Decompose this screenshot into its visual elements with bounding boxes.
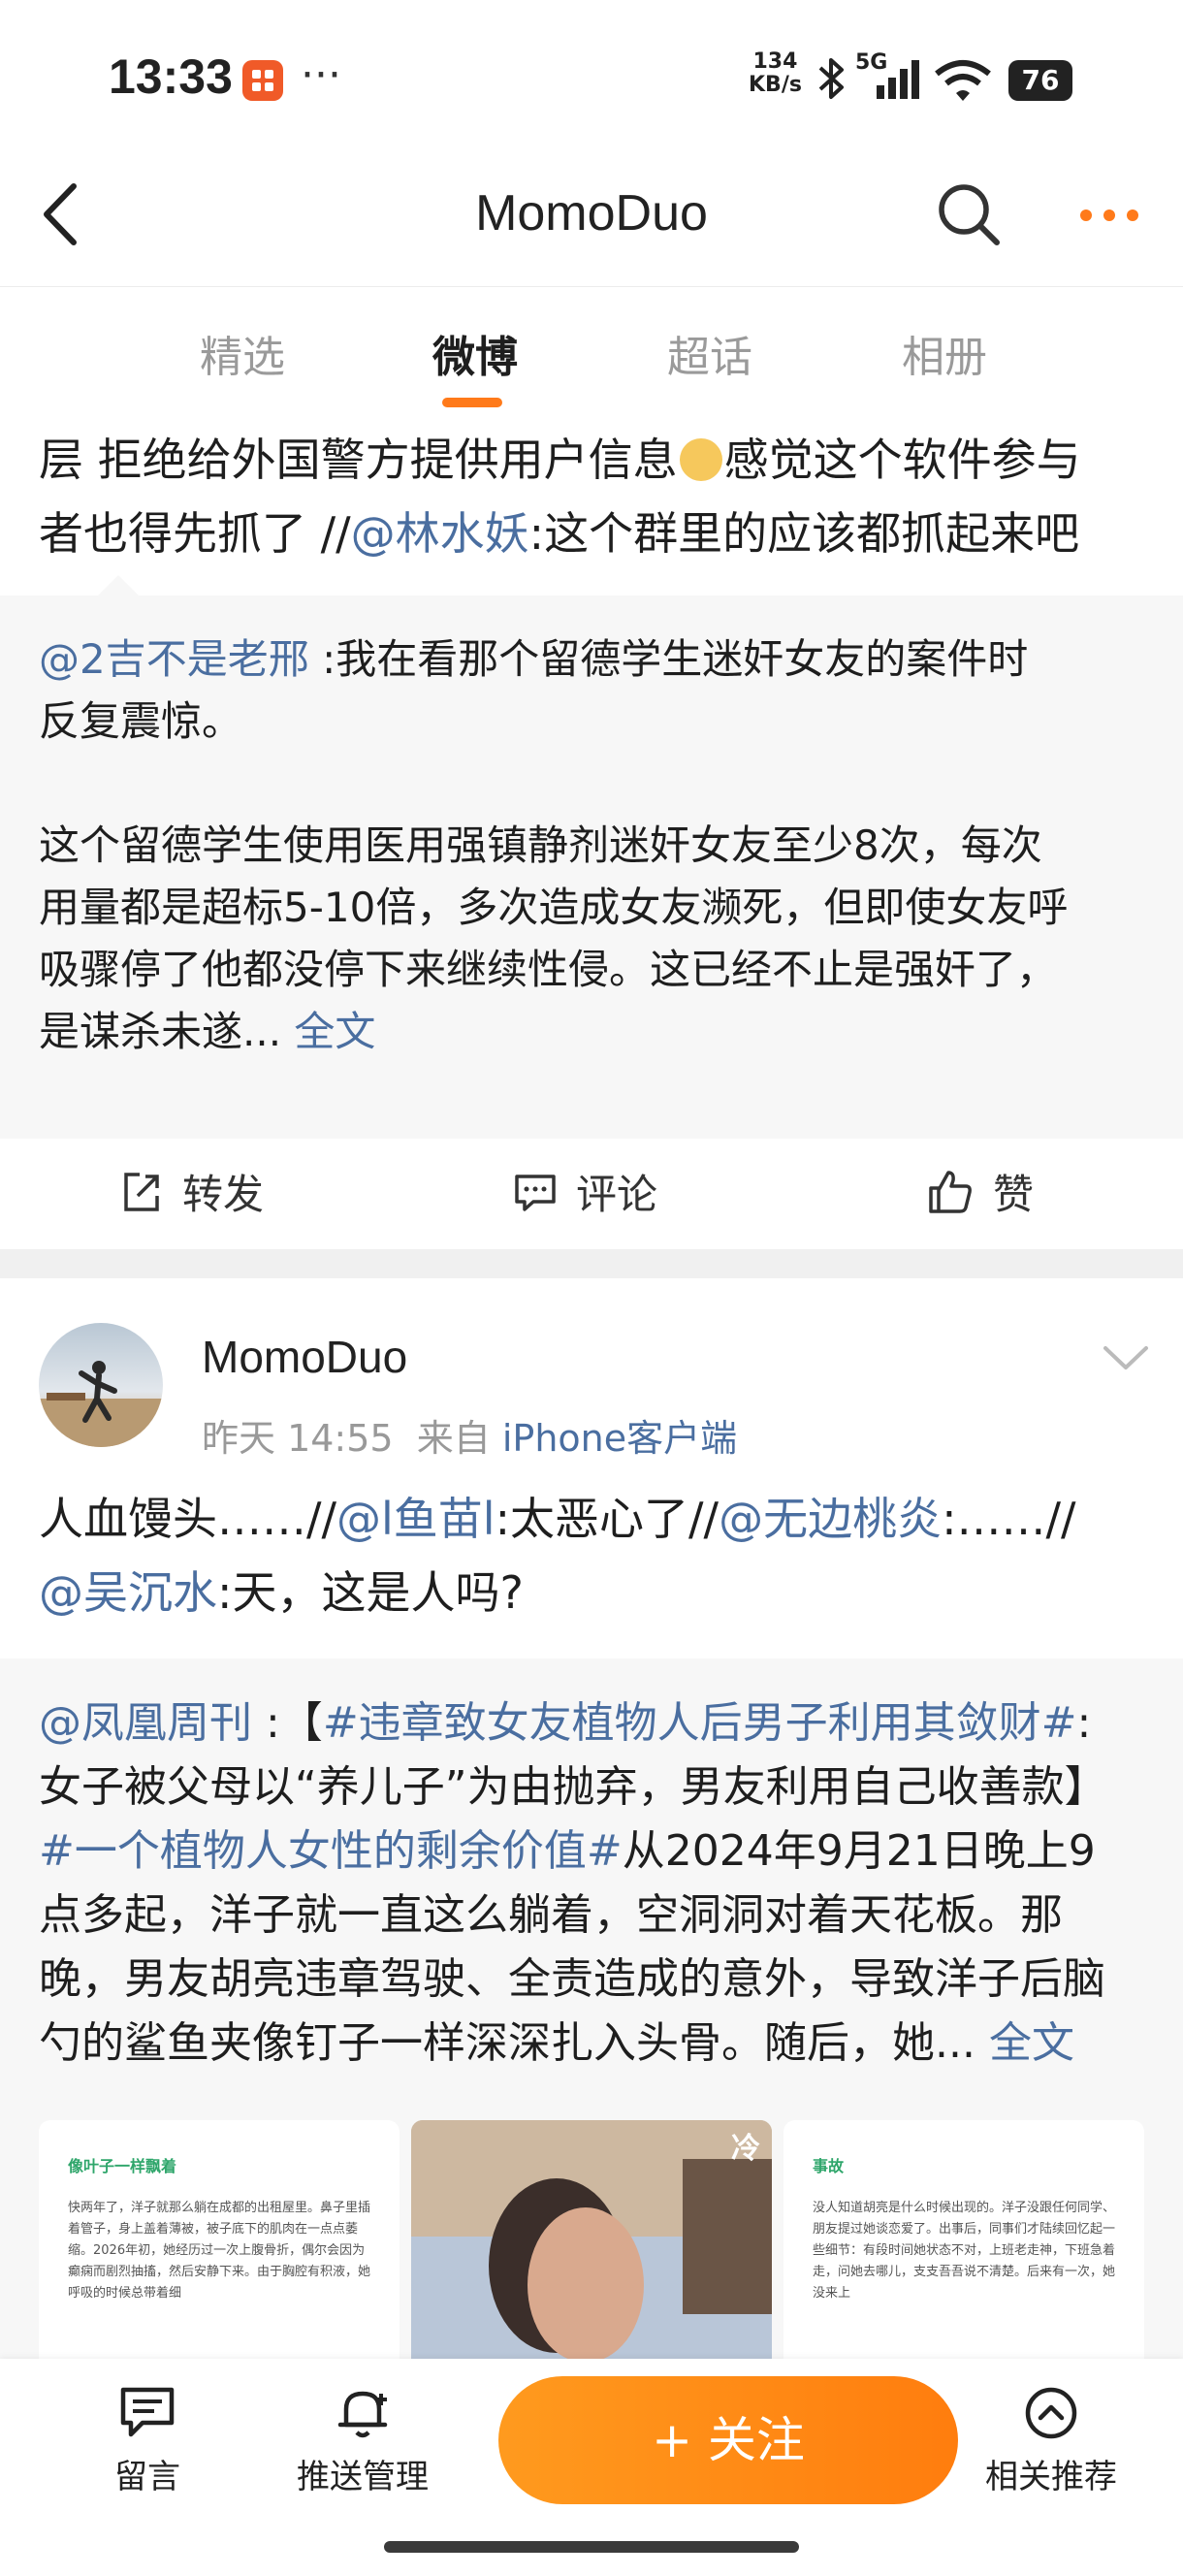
quote-line4: 用量都是超标5-10倍，多次造成女友濒死，但即使女友呼 <box>39 884 1069 931</box>
quote-colon: : <box>1076 1698 1092 1748</box>
comment-button[interactable]: 评论 <box>512 1162 657 1221</box>
quote-line3: 从2024年9月21日晚上9 <box>622 1826 1096 1876</box>
tab-super-topic[interactable]: 超话 <box>667 322 752 384</box>
full-text-link[interactable]: 全文 <box>989 2018 1074 2068</box>
repost-label: 转发 <box>182 1171 265 1218</box>
home-indicator[interactable] <box>384 2541 799 2553</box>
page-title: MomoDuo <box>475 185 708 242</box>
quote-line2: 反复震惊。 <box>39 697 243 745</box>
comment-icon <box>512 1169 559 1215</box>
repost-text-prefix: 层 拒绝给外国警方提供用户信息 <box>39 434 678 486</box>
mention-link[interactable]: @无边桃炎 <box>719 1493 942 1545</box>
bell-icon <box>275 2384 450 2442</box>
net-speed-value: 134 <box>752 49 798 74</box>
hashtag-link[interactable]: #一个植物人女性的剩余价值# <box>39 1826 623 1876</box>
quote-line4: 点多起，洋子就一直这么躺着，空洞洞对着天花板。那 <box>39 1890 1063 1940</box>
quoted-post-text: @2吉不是老邢 :我在看那个留德学生迷奸女友的案件时 反复震惊。 这个留德学生使… <box>39 628 1164 1063</box>
quote-author-link[interactable]: @凤凰周刊 <box>39 1698 252 1748</box>
quoted-post-text: @凤凰周刊 :【#违章致女友植物人后男子利用其敛财#: 女子被父母以“养儿子”为… <box>39 1691 1164 2076</box>
post-text-part3: :……// <box>942 1493 1076 1545</box>
post-text-part1: 人血馒头……// <box>39 1493 336 1545</box>
post-text: 人血馒头……//@l鱼苗l:太恶心了//@无边桃炎:……// @吴沉水:天，这是… <box>39 1482 1164 1629</box>
quote-line3: 这个留德学生使用医用强镇静剂迷奸女友至少8次，每次 <box>39 821 1042 869</box>
quote-line2: 女子被父母以“养儿子”为由抛弃，男友利用自己收善款】 <box>39 1762 1107 1812</box>
quote-line1: :我在看那个留德学生迷奸女友的案件时 <box>308 635 1029 683</box>
quote-line5: 晚，男友胡亮违章驾驶、全责造成的意外，导致洋子后脑 <box>39 1954 1105 2004</box>
quote-caret <box>97 575 140 596</box>
image-title: 像叶子一样飘着 <box>68 2157 177 2175</box>
recommend-label: 相关推荐 <box>985 2458 1117 2496</box>
mention-link[interactable]: @l鱼苗l <box>336 1493 496 1545</box>
post-text-part4: :天，这是人吗? <box>217 1566 524 1619</box>
repost-line2-suffix: :这个群里的应该都抓起来吧 <box>528 507 1080 560</box>
emoji-icon <box>679 438 722 481</box>
quote-line6: 是谋杀未遂... <box>39 1008 282 1055</box>
post-text-part2: :太恶心了// <box>495 1493 719 1545</box>
net-speed-unit: KB/s <box>749 73 802 97</box>
post-image[interactable]: 像叶子一样飘着 快两年了，洋子就那么躺在成都的出租屋里。鼻子里插着管子，身上盖着… <box>39 2120 400 2372</box>
thumbs-up-icon <box>925 1167 975 1217</box>
image-title: 事故 <box>813 2157 845 2175</box>
message-button[interactable]: 留言 <box>60 2384 235 2497</box>
follow-button[interactable]: + 关注 <box>498 2376 958 2504</box>
search-icon[interactable] <box>935 180 1003 248</box>
post-repost-text: 层 拒绝给外国警方提供用户信息 感觉这个软件参与 者也得先抓了 //@林水妖:这个… <box>39 423 1164 570</box>
net-speed: 134 KB/s <box>749 50 802 97</box>
author-name[interactable]: MomoDuo <box>202 1331 407 1383</box>
share-icon <box>118 1169 165 1215</box>
tab-weibo[interactable]: 微博 <box>432 322 518 384</box>
image-text: 没人知道胡亮是什么时候出现的。洋子没跟任何同学、朋友提过她谈恋爱了。出事后，同事… <box>813 2201 1116 2301</box>
post-image[interactable]: 冷 <box>411 2120 772 2372</box>
more-dots-icon[interactable] <box>1078 206 1140 225</box>
chat-bubble-icon <box>60 2384 235 2442</box>
tab-album[interactable]: 相册 <box>902 322 987 384</box>
push-label: 推送管理 <box>297 2458 429 2496</box>
quote-line5: 吸骤停了他都没停下来继续性侵。这已经不止是强奸了， <box>39 946 1058 993</box>
post-meta: 昨天 14:55 来自 iPhone客户端 <box>202 1408 737 1462</box>
mention-link[interactable]: @吴沉水 <box>39 1566 217 1619</box>
chevron-up-circle-icon <box>964 2384 1138 2442</box>
quote-author-link[interactable]: @2吉不是老邢 <box>39 635 309 683</box>
repost-text-mid: 感觉这个软件参与 <box>723 434 1081 486</box>
source-link[interactable]: iPhone客户端 <box>502 1417 737 1460</box>
post-image[interactable]: 事故 没人知道胡亮是什么时候出现的。洋子没跟任何同学、朋友提过她谈恋爱了。出事后… <box>783 2120 1144 2372</box>
from-label: 来自 <box>416 1417 491 1460</box>
hashtag-link[interactable]: #违章致女友植物人后男子利用其敛财# <box>323 1698 1077 1748</box>
wifi-icon <box>933 58 993 103</box>
like-label: 赞 <box>993 1171 1035 1218</box>
battery-indicator: 76 <box>1008 60 1072 101</box>
related-recommend-button[interactable]: 相关推荐 <box>964 2384 1138 2497</box>
app-notification-icon <box>242 60 283 101</box>
chevron-down-icon[interactable] <box>1102 1342 1150 1371</box>
status-more-dots: ··· <box>301 50 341 100</box>
quote-bracket: :【 <box>252 1698 323 1748</box>
quote-line6: 勺的鲨鱼夹像钉子一样深深扎入头骨。随后，她... <box>39 2018 975 2068</box>
image-text: 快两年了，洋子就那么躺在成都的出租屋里。鼻子里插着管子，身上盖着薄被，被子底下的… <box>68 2201 371 2301</box>
cell-signal-icon <box>873 56 927 101</box>
post-time: 昨天 14:55 <box>202 1417 394 1460</box>
message-label: 留言 <box>114 2458 180 2496</box>
tab-bar <box>0 286 1183 423</box>
bluetooth-icon <box>813 54 851 103</box>
tab-featured[interactable]: 精选 <box>200 322 285 384</box>
comment-label: 评论 <box>576 1171 658 1218</box>
status-time: 13:33 <box>109 49 233 104</box>
active-tab-indicator <box>442 398 502 407</box>
repost-line2-prefix: 者也得先抓了 // <box>39 507 351 560</box>
avatar[interactable] <box>39 1323 163 1447</box>
repost-button[interactable]: 转发 <box>118 1162 264 1221</box>
image-overlay-text: 冷 <box>731 2132 760 2166</box>
push-settings-button[interactable]: 推送管理 <box>275 2384 450 2497</box>
like-button[interactable]: 赞 <box>925 1162 1034 1221</box>
full-text-link[interactable]: 全文 <box>294 1008 375 1055</box>
mention-link[interactable]: @林水妖 <box>351 507 529 560</box>
